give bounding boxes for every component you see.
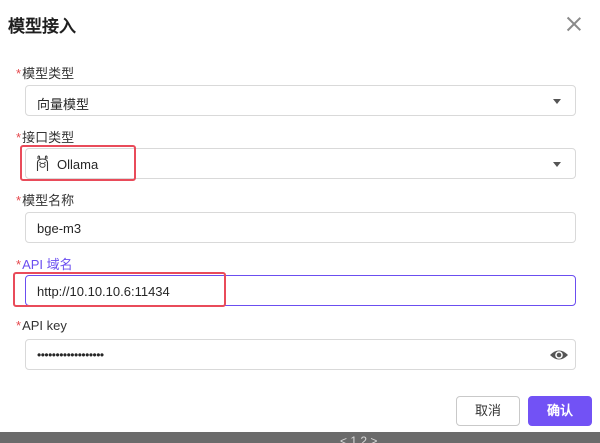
- model-type-select[interactable]: 向量模型: [25, 85, 576, 116]
- chevron-down-icon: [553, 99, 561, 104]
- api-domain-label-text: API 域名: [22, 257, 73, 272]
- api-key-label: *API key: [16, 318, 67, 333]
- cancel-button[interactable]: 取消: [456, 396, 520, 426]
- api-key-value: ••••••••••••••••••: [37, 348, 104, 362]
- model-access-dialog: 模型接入 *模型类型 向量模型 *接口类型 Ollama *模型名称 bge-m…: [0, 0, 600, 432]
- api-key-label-text: API key: [22, 318, 67, 333]
- api-domain-label: *API 域名: [16, 254, 73, 273]
- close-icon[interactable]: [563, 13, 585, 35]
- confirm-button[interactable]: 确认: [528, 396, 592, 426]
- chevron-down-icon: [553, 162, 561, 167]
- interface-type-label: *接口类型: [16, 127, 74, 146]
- interface-type-highlight-box: [20, 145, 136, 181]
- model-name-input[interactable]: bge-m3: [25, 212, 576, 243]
- model-type-label-text: 模型类型: [22, 66, 75, 81]
- required-mark: *: [16, 257, 22, 272]
- required-mark: *: [16, 66, 22, 81]
- api-domain-highlight-box: [13, 272, 226, 307]
- dialog-title: 模型接入: [8, 17, 76, 36]
- model-type-value: 向量模型: [37, 97, 90, 112]
- required-mark: *: [16, 318, 22, 333]
- model-name-label-text: 模型名称: [22, 193, 75, 208]
- required-mark: *: [16, 193, 22, 208]
- required-mark: *: [16, 130, 22, 145]
- api-key-input[interactable]: ••••••••••••••••••: [25, 339, 576, 370]
- background-pagination: < 1 2 >: [340, 434, 378, 443]
- eye-icon[interactable]: [549, 346, 569, 364]
- model-type-label: *模型类型: [16, 63, 74, 82]
- model-name-value: bge-m3: [37, 221, 82, 236]
- interface-type-label-text: 接口类型: [22, 130, 75, 145]
- model-name-label: *模型名称: [16, 190, 74, 209]
- backdrop-overlay: < 1 2 >: [0, 432, 600, 443]
